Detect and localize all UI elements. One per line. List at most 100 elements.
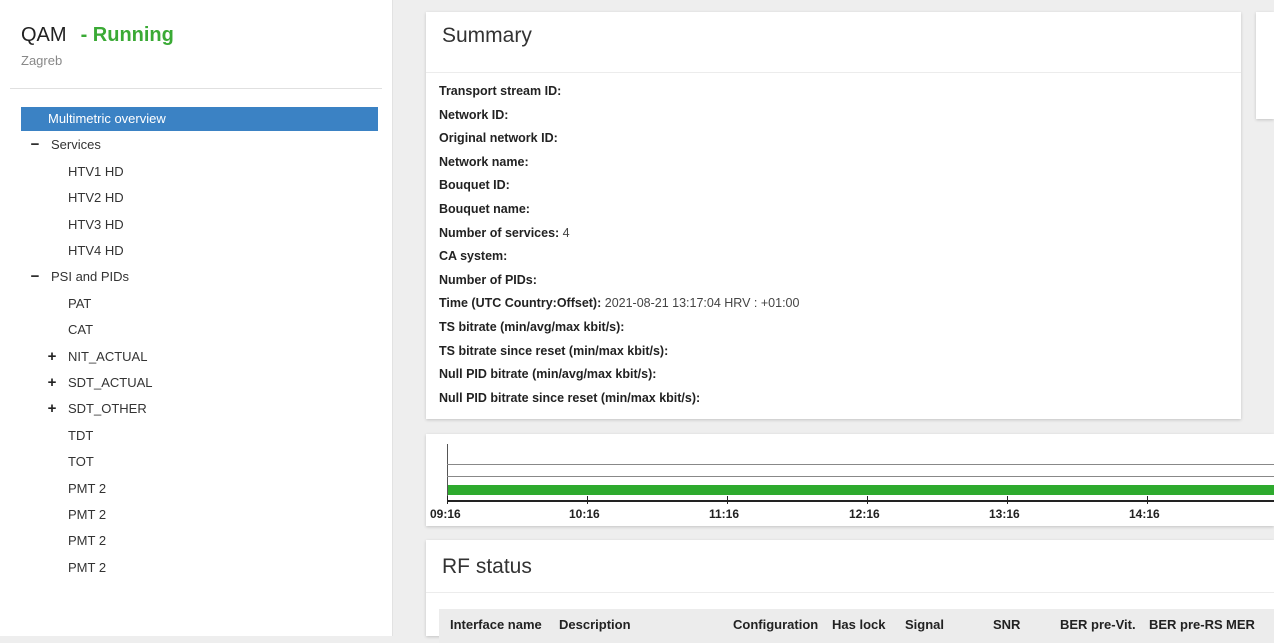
summary-label: Number of services: (439, 225, 560, 240)
sidebar-item-htv1-hd[interactable]: HTV1 HD (68, 160, 124, 184)
summary-label: Number of PIDs: (439, 272, 537, 287)
summary-row: Network ID: (439, 104, 508, 127)
sidebar-item-htv2-hd[interactable]: HTV2 HD (68, 186, 124, 210)
sidebar-item-label: PMT 2 (68, 480, 107, 496)
summary-label: Bouquet ID: (439, 178, 510, 193)
sidebar-item-cat[interactable]: CAT (68, 318, 93, 342)
sidebar-item-label: PMT 2 (68, 559, 107, 575)
sidebar-item-label: TDT (68, 427, 94, 443)
column-header-configuration[interactable]: Configuration (733, 617, 818, 632)
sidebar-item-psi-and-pids[interactable]: − PSI and PIDs (28, 265, 129, 289)
summary-row: Time (UTC Country:Offset): 2021-08-21 13… (439, 292, 799, 315)
device-title: QAM - Running (21, 24, 174, 47)
column-header-signal[interactable]: Signal (905, 617, 944, 632)
timeline-tick (867, 496, 868, 504)
timeline-tick-label: 13:16 (989, 507, 1020, 521)
timeline-tick-label: 11:16 (709, 507, 740, 521)
summary-row: Bouquet name: (439, 198, 530, 221)
sidebar-item-tot[interactable]: TOT (68, 450, 94, 474)
summary-label: CA system: (439, 249, 508, 264)
summary-value: 4 (559, 225, 570, 240)
summary-row: Number of PIDs: (439, 269, 537, 292)
rf-status-card: RF status Interface name Description Confi… (426, 540, 1274, 643)
sidebar-item-label: SDT_OTHER (68, 401, 147, 417)
sidebar-item-label: HTV2 HD (68, 190, 124, 206)
summary-row: Original network ID: (439, 127, 558, 150)
timeline-gridline (447, 476, 1274, 477)
summary-row: Network name: (439, 151, 529, 174)
summary-label: Bouquet name: (439, 202, 530, 216)
summary-label: Network ID: (439, 107, 509, 122)
column-header-interface-name[interactable]: Interface name (450, 617, 542, 632)
sidebar-item-tdt[interactable]: TDT (68, 424, 93, 448)
summary-label: Transport stream ID: (439, 84, 562, 98)
divider (10, 88, 382, 89)
timeline-tick (1147, 496, 1148, 504)
rf-table-header: Interface name Description Configuration Ha… (439, 609, 1274, 643)
summary-label: TS bitrate (min/avg/max kbit/s): (439, 320, 625, 334)
timeline-axis-x (447, 500, 1274, 502)
timeline-tick (447, 496, 448, 504)
sidebar-item-label: SDT_ACTUAL (68, 375, 153, 390)
sidebar-item-label: Services (51, 137, 101, 153)
summary-row: Bouquet ID: (439, 174, 510, 197)
sidebar-item-pat[interactable]: PAT (68, 292, 91, 316)
summary-row: TS bitrate since reset (min/max kbit/s): (439, 340, 668, 363)
summary-row: Null PID bitrate since reset (min/max kb… (439, 387, 700, 410)
collapse-icon[interactable]: − (28, 133, 42, 157)
rf-status-title: RF status (442, 555, 532, 578)
collapse-icon[interactable]: − (28, 265, 42, 289)
sidebar-item-htv3-hd[interactable]: HTV3 HD (68, 213, 124, 237)
column-header-snr[interactable]: SNR (993, 617, 1020, 632)
side-panel (1256, 12, 1274, 119)
timeline-gridline (447, 464, 1274, 465)
sidebar-item-label: PMT 2 (68, 533, 107, 549)
summary-title: Summary (442, 24, 532, 47)
summary-row: CA system: (439, 245, 507, 268)
summary-label: Original network ID: (439, 131, 558, 146)
summary-label: Time (UTC Country:Offset): (439, 296, 602, 311)
sidebar-item-sdt-actual[interactable]: + SDT_ACTUAL (45, 371, 153, 395)
timeline-chart: 09:16 10:16 11:16 12:16 13:16 14:16 (426, 434, 1274, 526)
sidebar-item-label: Multimetric overview (48, 111, 166, 126)
expand-icon[interactable]: + (45, 345, 59, 369)
sidebar-item-pmt-2[interactable]: PMT 2 (68, 503, 106, 527)
expand-icon[interactable]: + (45, 397, 59, 421)
sidebar-item-htv4-hd[interactable]: HTV4 HD (68, 239, 124, 263)
summary-row: TS bitrate (min/avg/max kbit/s): (439, 316, 624, 339)
summary-row: Null PID bitrate (min/avg/max kbit/s): (439, 363, 656, 386)
sidebar-item-nit-actual[interactable]: + NIT_ACTUAL (45, 345, 148, 369)
summary-label: Network name: (439, 154, 529, 169)
summary-card: Summary Transport stream ID: Network ID: O… (426, 12, 1241, 419)
column-header-description[interactable]: Description (559, 617, 631, 632)
timeline-tick-label: 10:16 (569, 507, 600, 521)
column-header-ber-pre-rs[interactable]: BER pre-RS (1149, 617, 1223, 632)
device-header: QAM - Running Zagreb (21, 24, 174, 68)
column-header-ber-pre-vit-[interactable]: BER pre-Vit. (1060, 617, 1136, 632)
sidebar-item-pmt-2[interactable]: PMT 2 (68, 477, 106, 501)
device-status: - Running (80, 24, 174, 46)
column-header-mer[interactable]: MER (1226, 617, 1255, 632)
sidebar-item-label: HTV3 HD (68, 216, 124, 232)
column-header-has-lock[interactable]: Has lock (832, 617, 885, 632)
sidebar-item-pmt-2[interactable]: PMT 2 (68, 556, 106, 580)
sidebar-item-label: TOT (68, 454, 94, 470)
sidebar-item-multimetric-overview[interactable]: Multimetric overview (21, 107, 378, 131)
timeline-tick-label: 12:16 (849, 507, 880, 521)
sidebar-item-services[interactable]: − Services (28, 133, 101, 157)
timeline-tick (587, 496, 588, 504)
sidebar-item-label: PAT (68, 295, 92, 311)
expand-icon[interactable]: + (45, 371, 59, 395)
device-location: Zagreb (21, 53, 63, 68)
sidebar-item-label: HTV4 HD (68, 243, 124, 258)
sidebar-item-label: CAT (68, 322, 94, 338)
summary-label: Null PID bitrate (min/avg/max kbit/s): (439, 367, 657, 382)
sidebar-item-sdt-other[interactable]: + SDT_OTHER (45, 397, 147, 421)
sidebar-item-pmt-2[interactable]: PMT 2 (68, 529, 106, 553)
sidebar-item-label: PMT 2 (68, 507, 107, 522)
sidebar-item-label: PSI and PIDs (51, 269, 130, 285)
summary-value: 2021-08-21 13:17:04 HRV : +01:00 (601, 296, 800, 311)
timeline-tick-label: 09:16 (430, 507, 461, 521)
timeline-tick (727, 496, 728, 504)
sidebar: QAM - Running Zagreb Multimetric overview… (0, 0, 393, 636)
